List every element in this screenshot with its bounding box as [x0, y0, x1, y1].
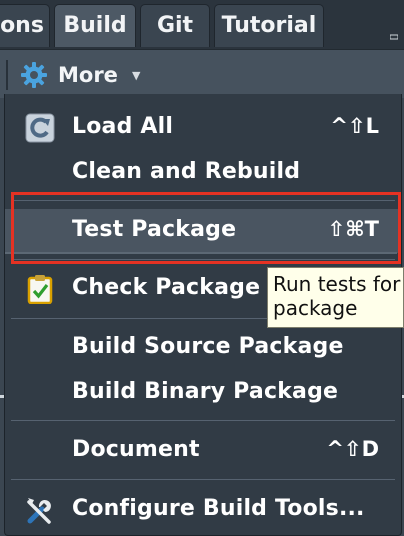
toolbar-divider — [6, 60, 8, 90]
pane-tab-bar: ons Build Git Tutorial — [0, 0, 404, 49]
menu-separator — [11, 479, 395, 480]
gear-icon — [21, 62, 47, 88]
menu-item-shortcut: ⇧⌘T — [327, 217, 379, 241]
menu-separator — [11, 259, 395, 260]
menu-item-label: Document — [72, 437, 200, 462]
more-button[interactable]: More ▼ — [20, 60, 140, 90]
reload-icon — [25, 113, 55, 143]
tooltip-line: Run tests for — [273, 272, 401, 296]
menu-separator — [11, 200, 395, 201]
chevron-down-icon: ▼ — [131, 68, 141, 82]
menu-item-document[interactable]: Document ^⇧D — [5, 429, 401, 473]
tab-tutorial[interactable]: Tutorial — [214, 4, 324, 47]
tab-label: Build — [63, 13, 127, 38]
clipboard-check-icon — [27, 275, 53, 304]
menu-item-label: Test Package — [72, 217, 237, 242]
more-label: More — [58, 63, 118, 87]
tab-build[interactable]: Build — [54, 4, 136, 47]
menu-item-shortcut: ^⇧D — [326, 437, 379, 461]
menu-item-build-binary-package[interactable]: Build Binary Package — [5, 371, 401, 415]
menu-item-label: Check Package — [72, 275, 261, 300]
menu-item-label: Build Source Package — [72, 334, 344, 359]
background-divider — [0, 395, 4, 398]
menu-item-clean-and-rebuild[interactable]: Clean and Rebuild — [5, 151, 401, 195]
menu-item-label: Configure Build Tools... — [72, 496, 365, 521]
menu-item-shortcut: ^⇧L — [330, 114, 379, 138]
menu-item-label: Load All — [72, 114, 174, 139]
tab-label: Git — [156, 13, 194, 38]
tools-icon — [27, 498, 51, 524]
tab-label: Tutorial — [221, 13, 317, 38]
build-toolbar: More ▼ — [0, 49, 404, 98]
pane-resize-icon[interactable] — [390, 34, 398, 40]
menu-item-build-source-package[interactable]: Build Source Package — [5, 326, 401, 370]
menu-separator — [11, 420, 395, 421]
tab-git[interactable]: Git — [140, 4, 210, 47]
tab-connections[interactable]: ons — [0, 4, 50, 47]
menu-item-label: Build Binary Package — [72, 379, 339, 404]
menu-item-test-package[interactable]: Test Package ⇧⌘T — [5, 209, 401, 254]
menu-item-load-all[interactable]: Load All ^⇧L — [5, 106, 401, 150]
tab-label: ons — [0, 13, 44, 38]
menu-item-configure-build-tools[interactable]: Configure Build Tools... — [5, 488, 401, 532]
menu-item-label: Clean and Rebuild — [72, 159, 301, 184]
tooltip: Run tests for package — [267, 267, 404, 328]
tooltip-line: package — [273, 296, 358, 320]
